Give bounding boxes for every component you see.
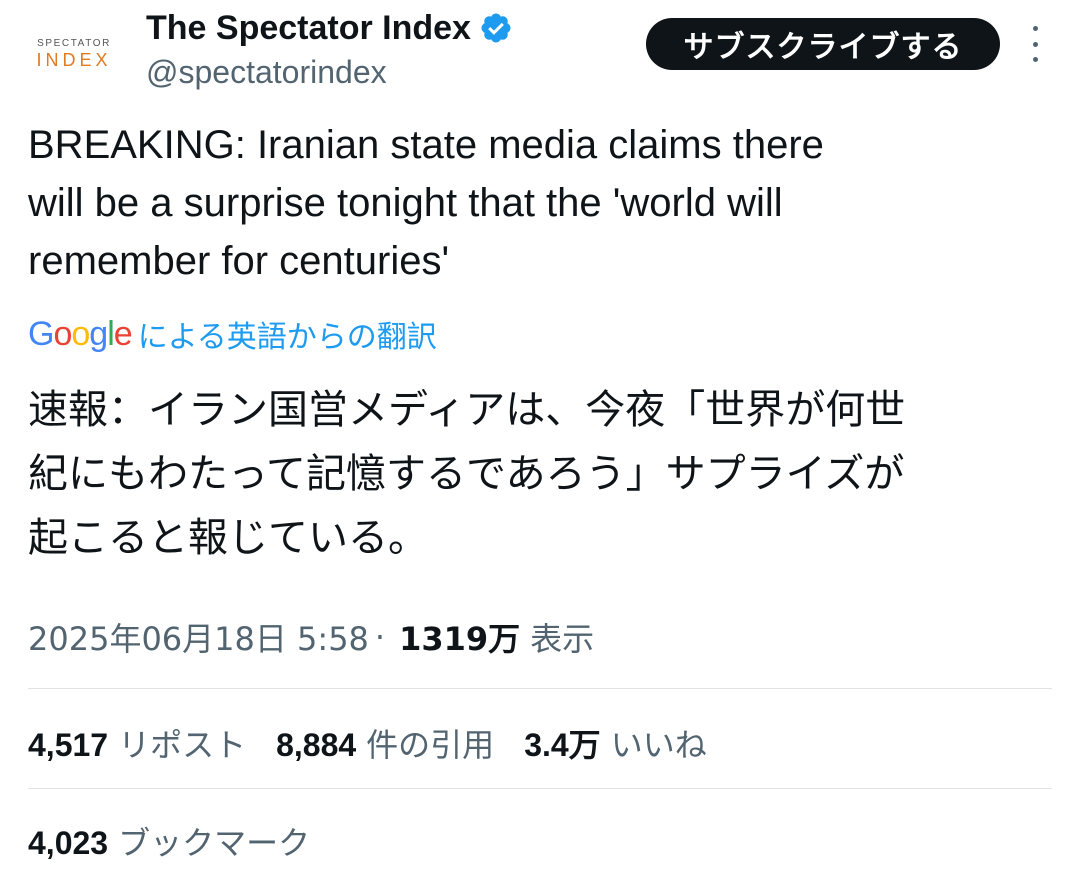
likes-stat[interactable]: 3.4万 いいね: [524, 720, 707, 766]
engagement-stats: 4,517 リポスト 8,884 件の引用 3.4万 いいね: [28, 716, 737, 770]
quotes-count: 8,884: [276, 727, 357, 763]
reposts-count: 4,517: [28, 727, 109, 763]
views-label: 表示: [530, 620, 595, 658]
author-handle[interactable]: @spectatorindex: [146, 54, 387, 91]
tweet-text-line: BREAKING: Iranian state media claims the…: [28, 123, 824, 167]
translation-label[interactable]: による英語からの翻訳: [138, 312, 437, 356]
tweet-meta: 2025年06月18日 5:58 · 1319万 表示: [28, 612, 594, 662]
meta-separator: ·: [374, 618, 386, 656]
verified-badge-icon[interactable]: [479, 11, 513, 45]
divider: [28, 788, 1052, 789]
translated-text-line: 起こると報じている。: [28, 515, 428, 561]
avatar[interactable]: SPECTATOR INDEX: [22, 22, 126, 86]
tweet-timestamp[interactable]: 2025年06月18日 5:58: [28, 614, 369, 660]
tweet-header: SPECTATOR INDEX The Spectator Index @spe…: [0, 0, 1080, 110]
tweet-text: BREAKING: Iranian state media claims the…: [28, 116, 1048, 290]
divider: [28, 688, 1052, 689]
more-dot: [1032, 41, 1038, 47]
translated-text-line: 紀にもわたって記憶するであろう」サプライズが: [28, 451, 905, 497]
views-count: 1319万: [399, 620, 521, 658]
avatar-logo-bottom: INDEX: [36, 50, 112, 70]
more-dot: [1032, 57, 1038, 62]
more-dot: [1032, 26, 1038, 31]
google-logo: Google: [28, 314, 133, 353]
translated-text-line: 速報：イラン国営メディアは、今夜「世界が何世: [28, 387, 906, 433]
more-vertical-icon[interactable]: [1020, 26, 1050, 62]
bookmarks-stat-inner: 4,023 ブックマーク: [28, 818, 310, 864]
likes-label: いいね: [610, 726, 707, 764]
reposts-label: リポスト: [118, 726, 247, 764]
bookmarks-label: ブックマーク: [118, 824, 311, 862]
translated-text: 速報：イラン国営メディアは、今夜「世界が何世 紀にもわたって記憶するであろう」サ…: [28, 378, 1048, 570]
translation-attribution[interactable]: Google による英語からの翻訳: [28, 312, 437, 356]
author-name-row[interactable]: The Spectator Index: [146, 8, 513, 48]
quotes-stat[interactable]: 8,884 件の引用: [276, 720, 494, 766]
tweet-text-line: will be a surprise tonight that the 'wor…: [28, 181, 783, 225]
subscribe-button[interactable]: サブスクライブする: [646, 18, 1000, 70]
avatar-logo-top: SPECTATOR: [37, 38, 111, 49]
tweet-text-line: remember for centuries': [28, 239, 450, 283]
bookmarks-stat[interactable]: 4,023 ブックマーク: [28, 814, 340, 868]
quotes-label: 件の引用: [366, 726, 495, 764]
author-display-name[interactable]: The Spectator Index: [146, 9, 471, 48]
likes-count: 3.4万: [524, 727, 601, 763]
reposts-stat[interactable]: 4,517 リポスト: [28, 720, 246, 766]
bookmarks-count: 4,023: [28, 825, 109, 861]
